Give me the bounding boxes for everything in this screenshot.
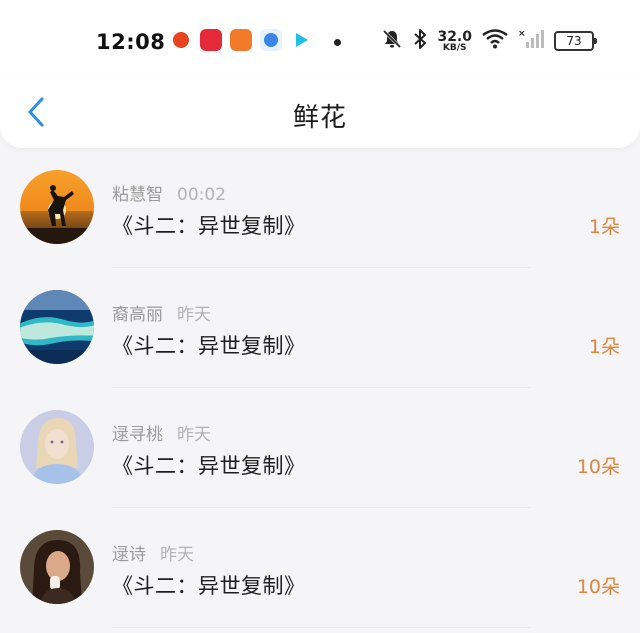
flower-count: 1朵 <box>588 336 620 358</box>
list-item[interactable]: 裔高丽 昨天 《斗二：异世复制》 1朵 <box>0 268 640 388</box>
book-title: 《斗二：异世复制》 <box>112 454 306 478</box>
system-icons: 32.0 KB/S × 73 <box>381 28 597 54</box>
book-title: 《斗二：异世复制》 <box>112 334 306 358</box>
page-title: 鲜花 <box>292 103 347 133</box>
battery-icon: 73 <box>554 31 597 51</box>
list-item[interactable]: 逯诗 昨天 《斗二：异世复制》 10朵 <box>0 508 640 628</box>
divider <box>112 627 530 628</box>
sent-time: 昨天 <box>177 305 211 325</box>
app-icon-3 <box>230 29 252 51</box>
app-icon-1 <box>170 29 192 51</box>
notification-app-icons <box>170 29 312 51</box>
flower-count: 10朵 <box>576 576 620 598</box>
svg-text:×: × <box>518 29 526 39</box>
bluetooth-icon <box>413 28 427 54</box>
network-speed: 32.0 KB/S <box>437 30 472 53</box>
row-meta: 逯寻桃 昨天 <box>112 420 211 445</box>
flower-list: 粘慧智 00:02 《斗二：异世复制》 1朵 裔高丽 昨天 《斗二：异世复制》 1朵 <box>0 148 640 628</box>
net-speed-unit: KB/S <box>442 42 467 53</box>
row-meta: 逯诗 昨天 <box>112 540 194 565</box>
row-meta: 裔高丽 昨天 <box>112 300 211 325</box>
woman-avatar[interactable] <box>20 530 94 604</box>
book-title: 《斗二：异世复制》 <box>112 214 306 238</box>
more-dot <box>334 39 341 46</box>
app-icon-4 <box>260 29 282 51</box>
sunset-avatar[interactable] <box>20 170 94 244</box>
list-item[interactable]: 逯寻桃 昨天 《斗二：异世复制》 10朵 <box>0 388 640 508</box>
flower-count: 10朵 <box>576 456 620 478</box>
status-bar: 12:08 32.0 KB/S × 73 <box>0 0 640 80</box>
sender-name: 裔高丽 <box>112 305 163 325</box>
book-title: 《斗二：异世复制》 <box>112 574 306 598</box>
sent-time: 昨天 <box>160 545 194 565</box>
net-speed-value: 32.0 <box>437 28 472 45</box>
row-meta: 粘慧智 00:02 <box>112 180 226 205</box>
list-item[interactable]: 粘慧智 00:02 《斗二：异世复制》 1朵 <box>0 148 640 268</box>
sender-name: 粘慧智 <box>112 185 163 205</box>
portrait-avatar[interactable] <box>20 410 94 484</box>
sent-time: 00:02 <box>177 185 226 205</box>
sender-name: 逯寻桃 <box>112 425 163 445</box>
ocean-avatar[interactable] <box>20 290 94 364</box>
sender-name: 逯诗 <box>112 545 146 565</box>
nav-bar: 鲜花 <box>0 80 640 148</box>
status-time: 12:08 <box>96 30 166 54</box>
sent-time: 昨天 <box>177 425 211 445</box>
wifi-icon <box>482 29 508 53</box>
signal-icon: × <box>518 28 544 54</box>
app-icon-5 <box>290 29 312 51</box>
flower-count: 1朵 <box>588 216 620 238</box>
app-icon-2 <box>200 29 222 51</box>
mute-bell-icon <box>381 28 403 54</box>
